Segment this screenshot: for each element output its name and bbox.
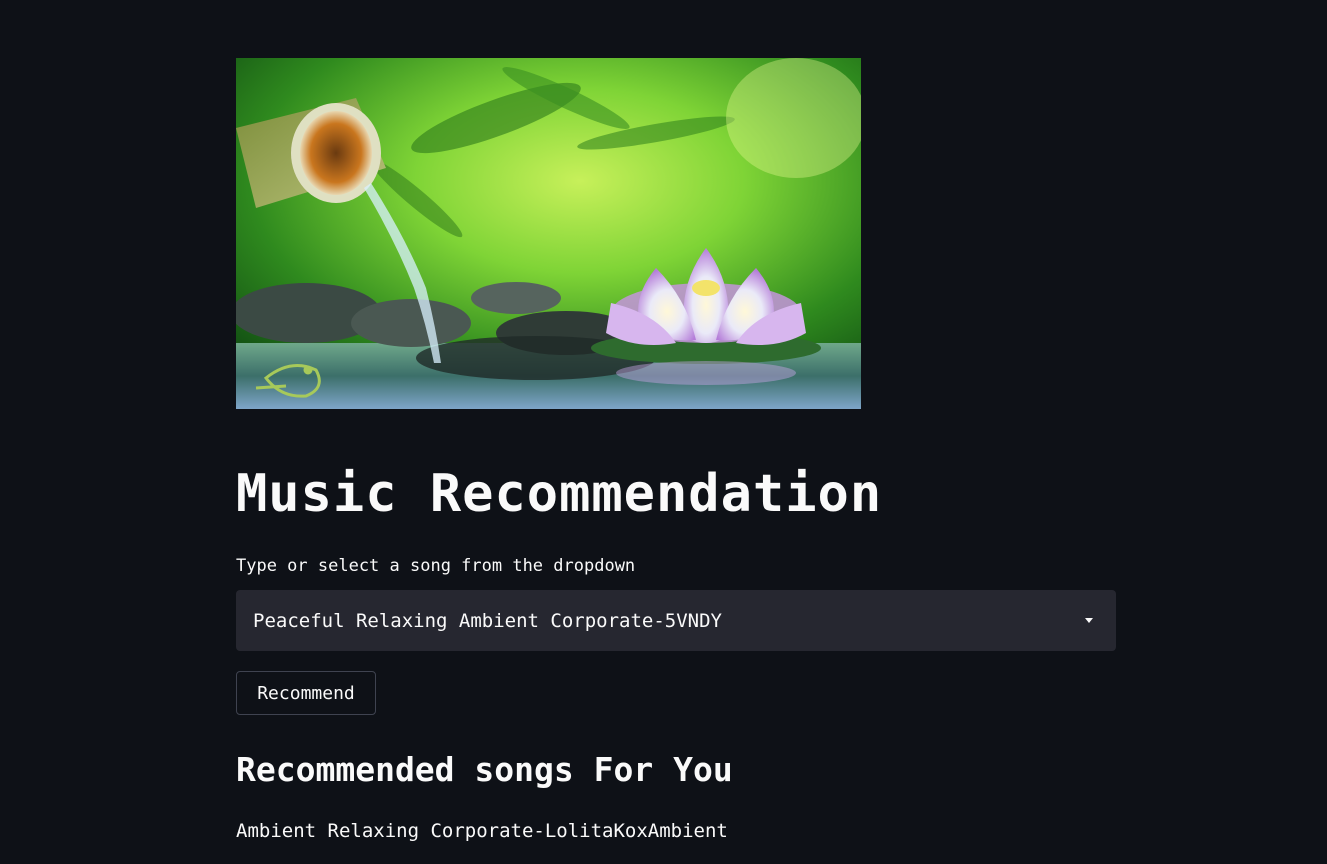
song-select-value[interactable]: Peaceful Relaxing Ambient Corporate-5VND… <box>253 609 722 633</box>
song-select-label: Type or select a song from the dropdown <box>236 556 636 576</box>
song-select-dropdown[interactable]: Peaceful Relaxing Ambient Corporate-5VND… <box>236 590 1116 651</box>
page-title: Music Recommendation <box>236 464 883 524</box>
chevron-down-icon[interactable] <box>1085 618 1093 623</box>
hero-image <box>236 58 861 409</box>
recommend-button[interactable]: Recommend <box>236 671 376 715</box>
app-page: Music Recommendation Type or select a so… <box>0 0 1327 864</box>
recommended-song-item: Ambient Relaxing Corporate-LolitaKoxAmbi… <box>236 820 728 842</box>
recommendations-heading: Recommended songs For You <box>236 750 733 789</box>
